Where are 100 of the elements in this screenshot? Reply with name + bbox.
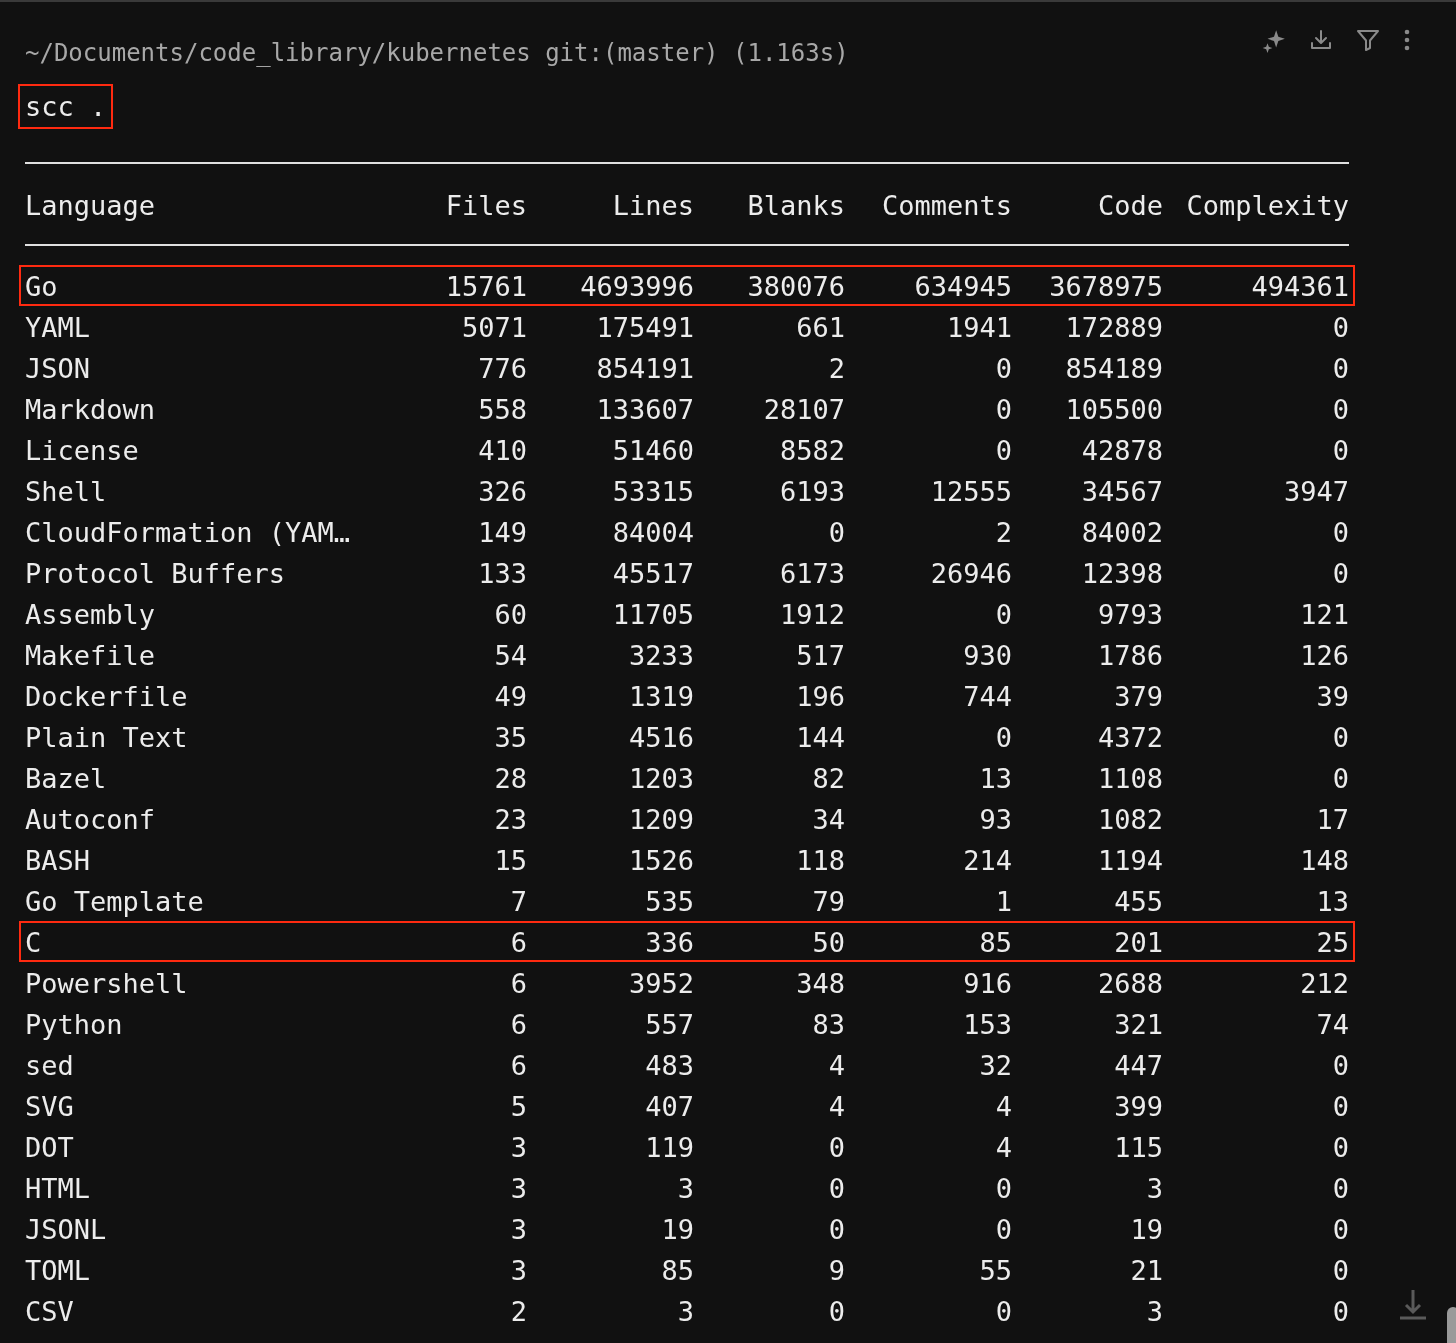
table-cell-text: JSONL [25, 1213, 108, 1247]
table-cell-text: 3 [510, 1131, 527, 1165]
table-cell-text: 4372 [1097, 721, 1163, 755]
table-cell-text: 84004 [612, 516, 694, 550]
table-cell-text: 3678975 [1049, 270, 1163, 304]
column-header: Comments [881, 188, 1012, 223]
table-cell-text: 13 [979, 762, 1012, 796]
table-cell-text: 26946 [930, 557, 1012, 591]
table-cell-text: 214 [963, 844, 1012, 878]
table-cell-text: 82 [812, 762, 845, 796]
table-cell-text: 19 [1130, 1213, 1163, 1247]
table-cell-text: 744 [963, 680, 1012, 714]
sparkle-icon[interactable] [1261, 28, 1287, 54]
table-cell-text: 3 [677, 1295, 694, 1329]
table-cell-text: 3 [677, 1172, 694, 1206]
scroll-to-bottom-icon[interactable] [1399, 1288, 1427, 1320]
table-cell-text: 2688 [1097, 967, 1163, 1001]
table-cell-text: JSON [25, 352, 92, 386]
more-icon[interactable] [1403, 28, 1411, 52]
table-cell-text: 930 [963, 639, 1012, 673]
table-cell-text: 2 [995, 516, 1012, 550]
table-cell-text: 0 [1332, 1131, 1349, 1165]
command-text: scc . [18, 84, 114, 129]
table-cell-text: 1082 [1097, 803, 1163, 837]
table-cell-text: 4 [828, 1049, 845, 1083]
table-cell-text: 12555 [930, 475, 1012, 509]
table-cell-text: 7 [510, 885, 527, 919]
table-cell-text: Powershell [25, 967, 189, 1001]
table-cell-text: 0 [1332, 1295, 1349, 1329]
table-cell-text: 0 [995, 352, 1012, 386]
table-cell-text: 1941 [946, 311, 1012, 345]
table-cell-text: 6 [510, 926, 527, 960]
table-cell-text: 9793 [1097, 598, 1163, 632]
table-cell-text: 0 [1332, 393, 1349, 427]
download-icon[interactable] [1309, 28, 1333, 52]
table-cell-text: 558 [478, 393, 527, 427]
table-cell-text: 455 [1114, 885, 1163, 919]
table-cell-text: Bazel [25, 762, 108, 796]
table-cell-text: 1319 [628, 680, 694, 714]
table-cell-text: CSV [25, 1295, 75, 1329]
table-cell-text: 0 [995, 598, 1012, 632]
table-cell-text: Makefile [25, 639, 157, 673]
table-cell-text: 118 [796, 844, 845, 878]
table-cell-text: Assembly [25, 598, 157, 632]
table-cell-text: 23 [494, 803, 527, 837]
table-cell-text: 1209 [628, 803, 694, 837]
column-header: Complexity [1186, 188, 1349, 223]
table-cell-text: 661 [796, 311, 845, 345]
table-cell-text: 0 [995, 393, 1012, 427]
table-cell-text: 39 [1316, 680, 1349, 714]
table-cell-text: 3952 [628, 967, 694, 1001]
table-cell-text: C [25, 926, 43, 960]
table-cell-text: 0 [1332, 516, 1349, 550]
table-cell-text: 0 [995, 721, 1012, 755]
table-cell-text: 119 [645, 1131, 694, 1165]
table-cell-text: 483 [645, 1049, 694, 1083]
table-cell-text: 35 [494, 721, 527, 755]
table-cell-text: 776 [478, 352, 527, 386]
table-cell-text: 3233 [628, 639, 694, 673]
table-cell-text: 634945 [914, 270, 1012, 304]
table-cell-text: 0 [1332, 557, 1349, 591]
table-cell-text: Shell [25, 475, 108, 509]
filter-icon[interactable] [1355, 28, 1381, 52]
table-cell-text: 854191 [596, 352, 694, 386]
table-cell-text: 410 [478, 434, 527, 468]
table-cell-text: 15761 [445, 270, 527, 304]
table-cell-text: 6173 [779, 557, 845, 591]
table-cell-text: 79 [812, 885, 845, 919]
table-cell-text: Plain Text [25, 721, 189, 755]
table-cell-text: YAML [25, 311, 92, 345]
table-cell-text: 1786 [1097, 639, 1163, 673]
table-cell-text: 0 [1332, 721, 1349, 755]
table-cell-text: 93 [979, 803, 1012, 837]
table-cell-text: 3 [510, 1172, 527, 1206]
table-cell-text: BASH [25, 844, 92, 878]
table-cell-text: 28 [494, 762, 527, 796]
table-cell-text: 2 [828, 352, 845, 386]
table-cell-text: Dockerfile [25, 680, 189, 714]
table-cell-text: 55 [979, 1254, 1012, 1288]
table-cell-text: 336 [645, 926, 694, 960]
table-cell-text: 0 [995, 1172, 1012, 1206]
table-cell-text: 196 [796, 680, 845, 714]
table-cell-text: Autoconf [25, 803, 157, 837]
table-cell-text: 4 [995, 1131, 1012, 1165]
table-cell-text: 321 [1114, 1008, 1163, 1042]
table-cell-text: 8582 [779, 434, 845, 468]
table-cell-text: 133 [478, 557, 527, 591]
table-cell-text: 535 [645, 885, 694, 919]
table-cell-text: 21 [1130, 1254, 1163, 1288]
table-cell-text: 5 [510, 1090, 527, 1124]
table-cell-text: 1 [995, 885, 1012, 919]
table-cell-text: 53315 [612, 475, 694, 509]
table-cell-text: 83 [812, 1008, 845, 1042]
table-cell-text: 172889 [1065, 311, 1163, 345]
table-cell-text: 133607 [596, 393, 694, 427]
table-cell-text: 379 [1114, 680, 1163, 714]
table-cell-text: 153 [963, 1008, 1012, 1042]
table-cell-text: 12398 [1081, 557, 1163, 591]
table-cell-text: 3 [1146, 1172, 1163, 1206]
table-cell-text: 13 [1316, 885, 1349, 919]
